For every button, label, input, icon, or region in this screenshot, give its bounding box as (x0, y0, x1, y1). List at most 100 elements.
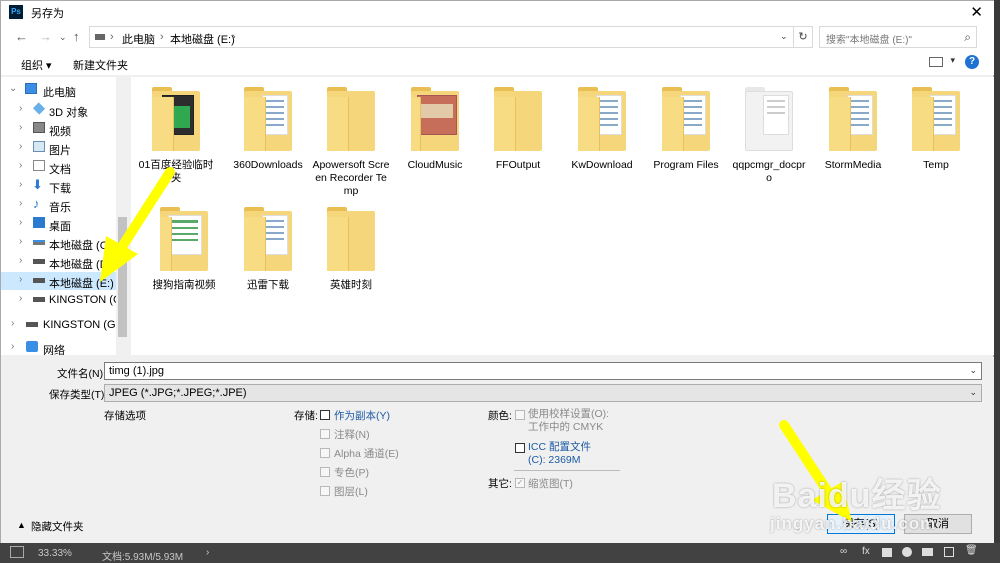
title-bar: Ps 另存为 ✕ (1, 1, 995, 23)
collapse-arrow-icon[interactable]: › (19, 122, 22, 133)
folder-item[interactable]: qqpcmgr_docpro (730, 81, 808, 185)
expand-arrow-icon[interactable]: ⌄ (9, 83, 17, 94)
address-bar[interactable]: › 此电脑 › 本地磁盘 (E:) › ⌄ (89, 26, 811, 48)
tree-item-kingston-1[interactable]: › KINGSTON (G: (1, 291, 125, 309)
collapse-arrow-icon[interactable]: › (19, 236, 22, 247)
spot-color-label: 专色(P) (334, 467, 369, 479)
folder-name: Program Files (653, 159, 719, 171)
folder-item[interactable]: 01百度经验临时夹 (137, 81, 215, 185)
tree-item-drive-e[interactable]: › 本地磁盘 (E:) (1, 272, 116, 290)
back-arrow-icon[interactable]: ← (15, 29, 28, 44)
organize-menu[interactable]: 组织 ▾ (21, 57, 52, 73)
tree-item-documents[interactable]: › 文档 (1, 158, 116, 176)
tree-item-pictures[interactable]: › 图片 (1, 139, 116, 157)
screen-mode-icon[interactable] (10, 546, 24, 558)
tree-item-label: 网络 (43, 345, 65, 355)
filename-dropdown-icon[interactable]: ⌄ (969, 365, 977, 376)
tree-item-label: 桌面 (49, 221, 71, 233)
collapse-arrow-icon[interactable]: › (11, 341, 14, 352)
new-folder-button[interactable]: 新建文件夹 (73, 57, 128, 73)
trash-icon[interactable]: 🗑 (965, 545, 978, 556)
breadcrumb-drive-e[interactable]: 本地磁盘 (E:) (170, 31, 235, 47)
search-placeholder: 搜索"本地磁盘 (E:)" (826, 35, 912, 46)
folder-item[interactable]: 360Downloads (229, 81, 307, 172)
command-toolbar: 组织 ▾ 新建文件夹 ▾ ? (1, 51, 995, 75)
collapse-arrow-icon[interactable]: › (19, 179, 22, 190)
icc-profile-checkbox[interactable] (515, 443, 525, 453)
as-copy-checkbox[interactable] (320, 410, 330, 420)
view-dropdown-icon[interactable]: ▾ (950, 55, 955, 66)
tree-item-3d-objects[interactable]: › 3D 对象 (1, 101, 116, 119)
layers-label: 图层(L) (334, 486, 368, 498)
tree-item-desktop[interactable]: › 桌面 (1, 215, 116, 233)
close-icon[interactable]: ✕ (970, 3, 983, 21)
folder-item[interactable]: 迅雷下载 (229, 201, 307, 292)
folder-item[interactable]: CloudMusic (396, 81, 474, 172)
tree-item-network[interactable]: › 网络 (1, 339, 116, 355)
address-dropdown-icon[interactable]: ⌄ (780, 31, 788, 42)
search-input[interactable]: 搜索"本地磁盘 (E:)" ⌕ (819, 26, 977, 48)
collapse-arrow-icon[interactable]: › (19, 274, 22, 285)
hide-folders-toggle[interactable]: 隐藏文件夹 (31, 519, 84, 534)
collapse-arrow-icon[interactable]: › (19, 103, 22, 114)
save-button[interactable]: 保存(S) (827, 514, 895, 534)
navigation-scrollbar[interactable] (116, 77, 129, 355)
collapse-arrow-icon[interactable]: › (11, 318, 14, 329)
adjustment-icon[interactable] (902, 547, 912, 557)
use-proof-checkbox[interactable] (515, 410, 525, 420)
layers-checkbox[interactable] (320, 486, 330, 496)
folder-name: 360Downloads (233, 159, 303, 171)
filetype-dropdown-icon[interactable]: ⌄ (969, 387, 977, 398)
folder-item[interactable]: Apowersoft Screen Recorder Temp (312, 81, 390, 198)
fx-icon[interactable]: fx (862, 546, 870, 557)
status-menu-arrow-icon[interactable]: › (206, 547, 209, 558)
tree-item-drive-c[interactable]: › 本地磁盘 (C:) (1, 234, 116, 252)
help-icon[interactable]: ? (965, 55, 979, 69)
tree-item-music[interactable]: › ♪ 音乐 (1, 196, 116, 214)
folder-item[interactable]: Program Files (647, 81, 725, 172)
up-arrow-icon[interactable]: ↑ (73, 29, 80, 44)
folder-item[interactable]: KwDownload (563, 81, 641, 172)
thumbnail-checkbox[interactable]: ✓ (515, 478, 525, 488)
folder-item[interactable]: FFOutput (479, 81, 557, 172)
folder-icon (494, 87, 542, 151)
spot-color-checkbox[interactable] (320, 467, 330, 477)
alpha-channel-checkbox[interactable] (320, 448, 330, 458)
tree-item-videos[interactable]: › 视频 (1, 120, 116, 138)
save-options-heading: 存储选项 (104, 410, 146, 422)
tree-item-downloads[interactable]: › ⬇ 下载 (1, 177, 116, 195)
scrollbar-thumb[interactable] (118, 217, 127, 337)
filetype-label: 保存类型(T): (49, 389, 108, 401)
filename-input[interactable]: timg (1).jpg ⌄ (104, 362, 982, 380)
collapse-arrow-icon[interactable]: › (19, 198, 22, 209)
folder-item[interactable]: 英雄时刻 (312, 201, 390, 292)
collapse-arrow-icon[interactable]: › (19, 255, 22, 266)
tree-item-kingston-2[interactable]: › KINGSTON (G:) (1, 316, 122, 334)
view-options-icon[interactable] (929, 57, 943, 67)
forward-arrow-icon[interactable]: → (39, 29, 52, 44)
cancel-button[interactable]: 取消 (904, 514, 972, 534)
folder-item[interactable]: StormMedia (814, 81, 892, 172)
recent-dropdown-icon[interactable]: ⌄ (59, 32, 67, 43)
photoshop-app-icon: Ps (9, 5, 23, 19)
link-layers-icon[interactable]: ∞ (840, 546, 847, 557)
folder-item[interactable]: Temp (897, 81, 975, 172)
collapse-arrow-icon[interactable]: › (19, 293, 22, 304)
group-folder-icon[interactable] (922, 548, 933, 556)
zoom-level[interactable]: 33.33% (38, 548, 72, 559)
notes-checkbox[interactable] (320, 429, 330, 439)
breadcrumb-this-pc[interactable]: 此电脑 (122, 31, 155, 47)
refresh-icon[interactable]: ↻ (793, 26, 813, 48)
collapse-arrow-icon[interactable]: › (19, 160, 22, 171)
tree-item-label: 文档 (49, 164, 71, 176)
collapse-up-icon[interactable]: ▲ (17, 520, 26, 530)
photoshop-status-bar: 33.33% 文档:5.93M/5.93M › ∞ fx 🗑 (0, 543, 1000, 563)
collapse-arrow-icon[interactable]: › (19, 141, 22, 152)
new-layer-icon[interactable] (944, 547, 954, 557)
tree-item-drive-d[interactable]: › 本地磁盘 (D:) (1, 253, 116, 271)
tree-item-this-pc[interactable]: ⌄ 此电脑 (1, 81, 116, 99)
folder-item[interactable]: 搜狗指南视频 (145, 201, 223, 292)
filetype-select[interactable]: JPEG (*.JPG;*.JPEG;*.JPE) ⌄ (104, 384, 982, 402)
mask-icon[interactable] (882, 548, 892, 557)
collapse-arrow-icon[interactable]: › (19, 217, 22, 228)
